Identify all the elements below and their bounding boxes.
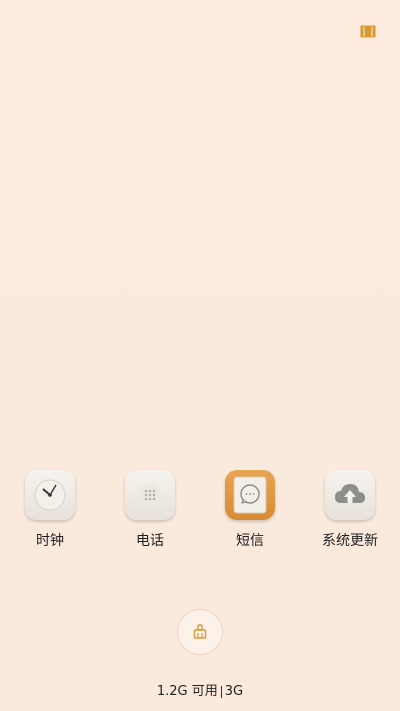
recent-app-system-update[interactable]: 系统更新: [300, 470, 400, 550]
clock-icon[interactable]: [25, 470, 75, 520]
phone-keypad-icon[interactable]: [125, 470, 175, 520]
message-bubble-icon[interactable]: [225, 470, 275, 520]
recent-apps-screen: 时钟 电话 短信 系统更新 1.2G 可用 3G: [0, 0, 400, 711]
recent-app-label: 时钟: [36, 533, 64, 549]
recent-app-clock[interactable]: 时钟: [0, 470, 100, 550]
memory-total: 3G: [224, 684, 244, 699]
recent-apps-view-icon[interactable]: [360, 25, 376, 38]
recent-app-sms[interactable]: 短信: [200, 470, 300, 550]
recent-app-label: 短信: [236, 533, 264, 549]
memory-status: 1.2G 可用 3G: [0, 680, 400, 699]
cloud-upload-icon[interactable]: [325, 470, 375, 520]
recent-apps-list: 时钟 电话 短信 系统更新: [0, 470, 400, 560]
memory-available: 1.2G 可用: [156, 684, 218, 699]
clear-all-button[interactable]: [177, 609, 223, 655]
memory-divider: [220, 685, 222, 698]
recent-app-label: 电话: [136, 533, 164, 549]
recent-app-phone[interactable]: 电话: [100, 470, 200, 550]
broom-icon: [193, 624, 207, 639]
recent-app-label: 系统更新: [322, 533, 378, 549]
